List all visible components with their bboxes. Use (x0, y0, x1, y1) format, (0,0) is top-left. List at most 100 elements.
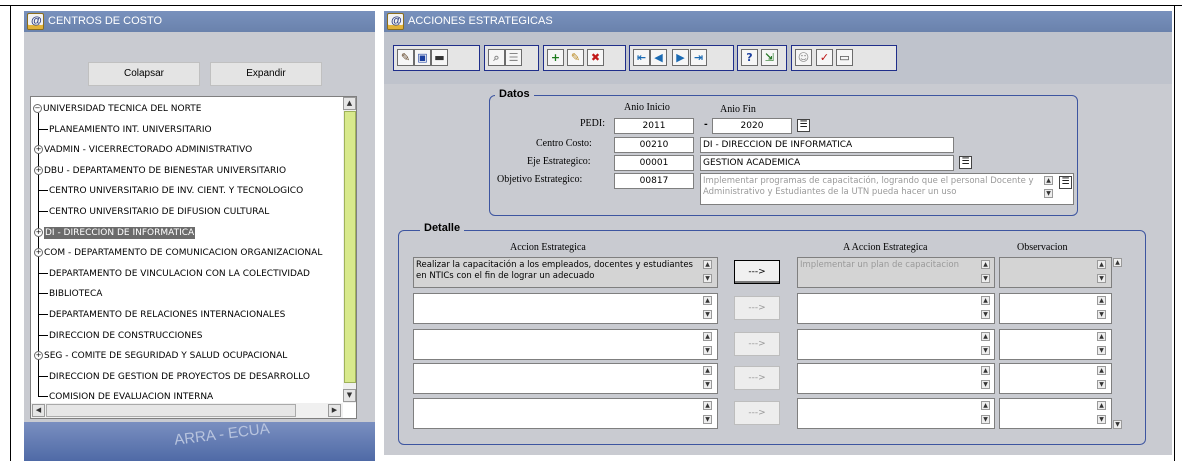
scroll-left-icon[interactable]: ◀ (32, 404, 45, 417)
objetivo-scroll[interactable]: ▲ ▼ (1044, 176, 1053, 204)
observacion-scroll[interactable]: ▲ ▼ (1097, 401, 1106, 427)
a-accion-scroll[interactable]: ▲ ▼ (981, 401, 990, 427)
accion-estrategica-field[interactable] (413, 293, 718, 324)
eje-code-field[interactable]: 00001 (614, 155, 694, 171)
strategic-actions-window-title[interactable]: ACCIONES ESTRATEGICAS (384, 11, 1172, 32)
tree-horizontal-scrollbar[interactable]: ◀ ▶ (31, 403, 343, 418)
delete-record-icon[interactable]: ✖ (587, 49, 604, 66)
scroll-up-icon[interactable]: ▲ (1044, 176, 1053, 185)
tree-item[interactable]: − UNIVERSIDAD TECNICA DEL NORTE (31, 99, 201, 119)
tree-item[interactable]: DIRECCION DE CONSTRUCCIONES (31, 326, 203, 346)
check-icon[interactable]: ✓ (816, 49, 833, 66)
observacion-field[interactable] (999, 363, 1112, 394)
print-icon[interactable]: ▬ (431, 49, 448, 66)
accion-scroll[interactable]: ▲ ▼ (703, 296, 712, 322)
scrollbar-thumb[interactable] (344, 111, 356, 383)
observacion-field[interactable] (999, 257, 1112, 288)
eje-list-icon[interactable]: ☰ (959, 156, 972, 169)
a-accion-scroll[interactable]: ▲ ▼ (981, 366, 990, 392)
scroll-down-icon[interactable]: ▼ (703, 310, 712, 319)
tree-vertical-scrollbar[interactable]: ▲ ▼ (343, 97, 356, 403)
scroll-right-icon[interactable]: ▶ (328, 404, 341, 417)
find-icon[interactable]: ⌕ (488, 49, 505, 66)
scroll-up-icon[interactable]: ▲ (981, 366, 990, 375)
scroll-up-icon[interactable]: ▲ (1097, 332, 1106, 341)
help-icon[interactable]: ? (741, 49, 758, 66)
scroll-down-icon[interactable]: ▼ (981, 380, 990, 389)
observacion-scroll[interactable]: ▲ ▼ (1097, 260, 1106, 286)
scroll-down-icon[interactable]: ▼ (703, 346, 712, 355)
observacion-field[interactable] (999, 293, 1112, 324)
accion-scroll[interactable]: ▲ ▼ (703, 401, 712, 427)
scroll-up-icon[interactable]: ▲ (1097, 366, 1106, 375)
a-accion-estrategica-field[interactable] (797, 329, 995, 360)
scroll-down-icon[interactable]: ▼ (981, 274, 990, 283)
expand-node-icon[interactable]: + (34, 248, 43, 258)
accion-scroll[interactable]: ▲ ▼ (703, 332, 712, 358)
a-accion-estrategica-field[interactable] (797, 398, 995, 429)
tree-item[interactable]: CENTRO UNIVERSITARIO DE INV. CIENT. Y TE… (31, 181, 303, 201)
insert-record-icon[interactable]: + (547, 49, 564, 66)
collapse-button[interactable]: Colapsar (88, 62, 200, 86)
scroll-up-icon[interactable]: ▲ (703, 260, 712, 269)
scroll-up-icon[interactable]: ▲ (703, 401, 712, 410)
eje-name-field[interactable]: GESTION ACADEMICA (700, 155, 954, 171)
accion-estrategica-field[interactable] (413, 329, 718, 360)
assign-arrow-button[interactable]: ---> (734, 366, 780, 390)
scroll-down-icon[interactable]: ▼ (1044, 189, 1053, 198)
calendar-icon[interactable]: ▭ (836, 49, 853, 66)
observacion-scroll[interactable]: ▲ ▼ (1097, 296, 1106, 322)
tree-item[interactable]: CENTRO UNIVERSITARIO DE DIFUSION CULTURA… (31, 202, 269, 222)
tree-item[interactable]: + DI - DIRECCION DE INFORMATICA (31, 223, 196, 243)
tree-item[interactable]: + COM - DEPARTAMENTO DE COMUNICACION ORGA… (31, 243, 322, 263)
expand-node-icon[interactable]: + (34, 165, 43, 175)
expand-node-icon[interactable]: + (34, 227, 43, 237)
expand-node-icon[interactable]: + (34, 145, 43, 155)
horizontal-scrollbar-thumb[interactable] (46, 404, 296, 417)
edit-record-icon[interactable]: ✎ (567, 49, 584, 66)
centro-costo-name-field[interactable]: DI - DIRECCION DE INFORMATICA (700, 137, 954, 153)
a-accion-scroll[interactable]: ▲ ▼ (981, 296, 990, 322)
list-icon[interactable]: ☰ (505, 49, 522, 66)
tree-item[interactable]: + VADMIN - VICERRECTORADO ADMINISTRATIVO (31, 140, 252, 160)
a-accion-scroll[interactable]: ▲ ▼ (981, 332, 990, 358)
scroll-down-icon[interactable]: ▼ (981, 346, 990, 355)
pencil-icon[interactable]: ✎ (397, 49, 414, 66)
centro-costo-code-field[interactable]: 00210 (614, 137, 694, 153)
scroll-down-icon[interactable]: ▼ (343, 389, 356, 402)
accion-scroll[interactable]: ▲ ▼ (703, 366, 712, 392)
first-record-icon[interactable]: ⇤ (633, 49, 650, 66)
a-accion-estrategica-field[interactable] (797, 363, 995, 394)
user-icon[interactable]: ☺ (795, 49, 812, 66)
observacion-field[interactable] (999, 398, 1112, 429)
last-record-icon[interactable]: ⇥ (690, 49, 707, 66)
tree-item[interactable]: + SEG - COMITE DE SEGURIDAD Y SALUD OCUPA… (31, 346, 287, 366)
objetivo-text-field[interactable]: Implementar programas de capacitación, l… (700, 173, 1074, 205)
pedi-end-year-field[interactable]: 2020 (712, 118, 792, 134)
scroll-up-icon[interactable]: ▲ (1097, 401, 1106, 410)
observacion-field[interactable] (999, 329, 1112, 360)
pedi-list-icon[interactable]: ☰ (797, 119, 810, 132)
scroll-up-icon[interactable]: ▲ (1097, 296, 1106, 305)
tree-item[interactable]: DEPARTAMENTO DE RELACIONES INTERNACIONAL… (31, 305, 285, 325)
scroll-up-icon[interactable]: ▲ (981, 260, 990, 269)
tree-item[interactable]: DEPARTAMENTO DE VINCULACION CON LA COLEC… (31, 264, 310, 284)
exit-icon[interactable]: ⇲ (761, 49, 778, 66)
scroll-up-icon[interactable]: ▲ (1097, 260, 1106, 269)
accion-estrategica-field[interactable]: Realizar la capacitación a los empleados… (413, 257, 718, 288)
scroll-up-icon[interactable]: ▲ (703, 366, 712, 375)
scroll-up-icon[interactable]: ▲ (981, 401, 990, 410)
expand-button[interactable]: Expandir (210, 62, 322, 86)
scroll-up-icon[interactable]: ▲ (343, 97, 356, 110)
scroll-up-icon[interactable]: ▲ (981, 296, 990, 305)
assign-arrow-button[interactable]: ---> (734, 296, 780, 320)
scroll-down-icon[interactable]: ▼ (1097, 380, 1106, 389)
a-accion-estrategica-field[interactable]: Implementar un plan de capacitacion (797, 257, 995, 288)
objetivo-list-icon[interactable]: ☰ (1059, 176, 1072, 189)
detalle-outer-scroll[interactable]: ▲ ▼ (1113, 258, 1122, 434)
observacion-scroll[interactable]: ▲ ▼ (1097, 366, 1106, 392)
scroll-down-icon[interactable]: ▼ (703, 274, 712, 283)
scroll-up-icon[interactable]: ▲ (703, 332, 712, 341)
scroll-up-icon[interactable]: ▲ (1113, 258, 1122, 267)
scroll-down-icon[interactable]: ▼ (1097, 415, 1106, 424)
